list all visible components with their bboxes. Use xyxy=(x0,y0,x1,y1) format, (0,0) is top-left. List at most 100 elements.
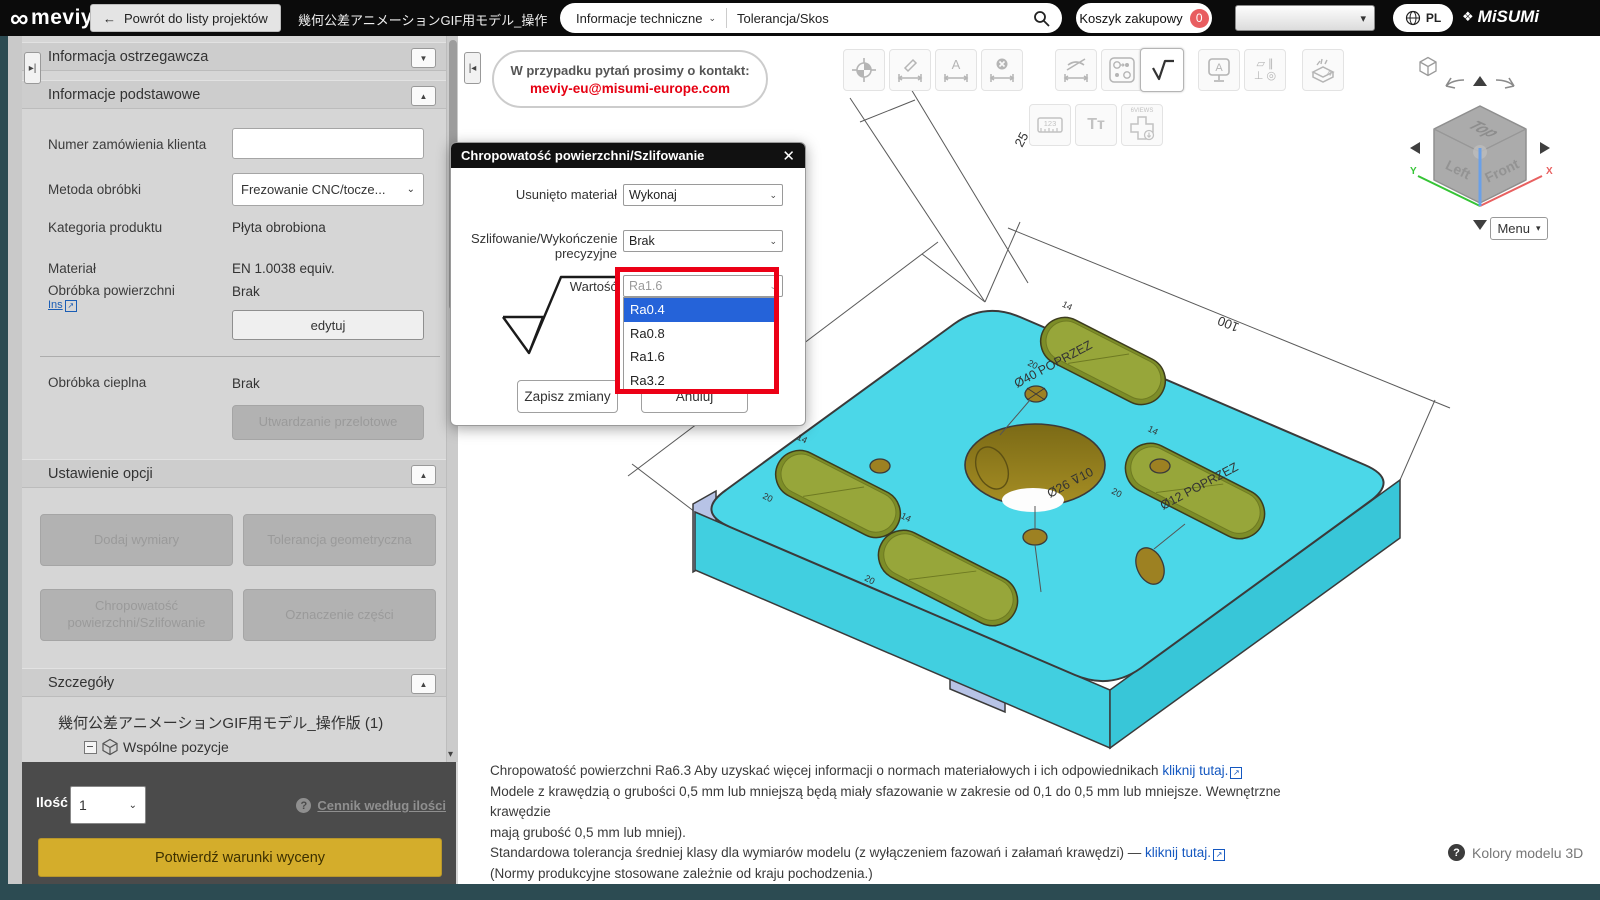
meviy-logo[interactable]: ∞ meviy xyxy=(10,4,93,32)
six-views-tool-button[interactable]: 6VIEWS xyxy=(1121,104,1163,146)
chevron-down-icon: ⌄ xyxy=(128,799,137,811)
small-hole[interactable] xyxy=(869,458,891,474)
note-line-2: Modele z krawędzią o grubości 0,5 mm lub… xyxy=(490,783,1281,820)
rotate-left-icon[interactable] xyxy=(1445,77,1465,89)
order-number-input[interactable] xyxy=(232,128,424,159)
rotate-right-icon[interactable] xyxy=(1495,77,1515,89)
delete-dimension-tool-button[interactable] xyxy=(981,49,1023,91)
locale-button[interactable]: PL xyxy=(1393,4,1453,32)
model-colors-link[interactable]: ? Kolory modelu 3D xyxy=(1448,844,1583,861)
label-tool-button[interactable]: A xyxy=(1198,49,1240,91)
sidebar-expand-handle[interactable]: ▸| xyxy=(24,52,41,84)
text-size-tool-button[interactable]: Tᴛ xyxy=(1075,104,1117,146)
search-input[interactable]: Tolerancja/Skos xyxy=(727,11,1033,26)
datum-target-tool-button[interactable] xyxy=(843,49,885,91)
delete-dimension-icon xyxy=(989,58,1015,82)
language-select[interactable]: ▾ xyxy=(1235,5,1375,31)
collapse-toggle-icon[interactable]: ▼ xyxy=(411,48,436,68)
external-link-icon: ↗ xyxy=(64,300,77,312)
top-bar: ∞ meviy ← Powrót do listy projektów 幾何公差… xyxy=(0,0,1600,36)
rotate-down-icon[interactable] xyxy=(1473,220,1487,230)
ins-link[interactable]: Ins ↗ xyxy=(48,299,77,312)
collapse-toggle-icon[interactable]: ▲ xyxy=(411,86,436,106)
app-window: ∞ meviy ← Powrót do listy projektów 幾何公差… xyxy=(0,0,1600,900)
geometric-tolerance-button-disabled: Tolerancja geometryczna xyxy=(243,514,436,566)
method-select[interactable]: Frezowanie CNC/tocze... ⌄ xyxy=(232,173,424,206)
part-marking-button-disabled: Oznaczenie części xyxy=(243,589,436,641)
save-changes-button[interactable]: Zapisz zmiany xyxy=(517,380,618,413)
search-icon[interactable] xyxy=(1033,10,1050,27)
close-icon[interactable]: ✕ xyxy=(782,147,795,165)
section-details-header[interactable]: Szczegóły ▲ xyxy=(22,668,446,697)
tree-node-common-positions[interactable]: Wspólne pozycje xyxy=(84,738,229,756)
edit-dimension-tool-button[interactable] xyxy=(889,49,931,91)
crosshair-hole[interactable] xyxy=(1024,385,1048,403)
measure-tool-button[interactable]: 123 xyxy=(1029,104,1071,146)
chevron-down-icon: ⌄ xyxy=(708,12,716,23)
grinding-label: Szlifowanie/Wykończenie precyzyjne xyxy=(471,231,618,261)
hardening-button-disabled: Utwardzanie przelotowe xyxy=(232,405,424,440)
category-value: Płyta obrobiona xyxy=(232,220,326,235)
text-dimension-tool-button[interactable]: A xyxy=(935,49,977,91)
collapse-toggle-icon[interactable]: ▲ xyxy=(411,465,436,485)
sidebar-footer: Ilość 1 ⌄ ? Cennik według ilości Potwier… xyxy=(22,762,456,884)
view-menu-button[interactable]: Menu ▾ xyxy=(1490,217,1548,240)
geometric-tolerance-tool-button[interactable]: ▱ ∥ ⊥ ◎ xyxy=(1244,49,1286,91)
contact-text: W przypadku pytań prosimy o kontakt: xyxy=(510,62,750,78)
edit-button[interactable]: edytuj xyxy=(232,310,424,340)
dim-100-label: 100 xyxy=(1215,313,1241,335)
collapse-toggle-icon[interactable]: ▲ xyxy=(411,674,436,694)
hide-dimension-tool-button[interactable] xyxy=(1055,49,1097,91)
heat-value: Brak xyxy=(232,376,260,391)
back-to-projects-button[interactable]: ← Powrót do listy projektów xyxy=(90,4,281,32)
grinding-select[interactable]: Brak ⌄ xyxy=(623,230,783,252)
cube-mini-icon xyxy=(1419,56,1437,77)
section-warning-header[interactable]: Informacja ostrzegawcza ▼ xyxy=(22,42,446,71)
rotate-up-icon[interactable] xyxy=(1473,76,1487,86)
small-hole[interactable] xyxy=(1149,458,1171,474)
surface-label: Obróbka powierzchni xyxy=(48,283,175,298)
roughness-button-disabled: Chropowatość powierzchni/Szlifowanie xyxy=(40,589,233,641)
surface-roughness-tool-button[interactable] xyxy=(1140,48,1184,92)
text-dimension-icon: A xyxy=(943,57,969,82)
left-edge-strip xyxy=(0,36,8,900)
note-line-1: Chropowatość powierzchni Ra6.3 Aby uzysk… xyxy=(490,761,1330,782)
quantity-select[interactable]: 1 ⌄ xyxy=(70,786,146,824)
svg-text:A: A xyxy=(952,57,961,72)
label-icon: A xyxy=(1208,58,1230,82)
hole-pattern-tool-button[interactable] xyxy=(1101,49,1143,91)
pan-right-icon[interactable] xyxy=(1540,142,1550,154)
pricing-link[interactable]: ? Cennik według ilości xyxy=(296,798,446,813)
logo-text: meviy xyxy=(31,6,94,29)
note-line-3: mają grubość 0,5 mm lub mniej). xyxy=(490,824,686,840)
quantity-label: Ilość xyxy=(36,794,68,810)
small-hole[interactable] xyxy=(1022,528,1048,546)
external-link-icon: ↗ xyxy=(1230,767,1243,779)
chamfer-icon: 4 xyxy=(1311,58,1335,83)
section-basic-header[interactable]: Informacje podstawowe ▲ xyxy=(22,80,446,109)
contact-email[interactable]: meviy-eu@misumi-europe.com xyxy=(530,81,730,96)
highlight-box xyxy=(615,267,779,394)
cart-button[interactable]: Koszyk zakupowy 0 xyxy=(1076,3,1212,33)
slot-dim-14: 14 xyxy=(1060,299,1073,312)
confirm-quote-button[interactable]: Potwierdź warunki wyceny xyxy=(38,838,442,877)
search-category-dropdown[interactable]: Informacje techniczne ⌄ xyxy=(560,8,727,28)
globe-icon xyxy=(1405,10,1420,26)
chamfer-tool-button[interactable]: 4 xyxy=(1302,49,1344,91)
chevron-down-icon: ▾ xyxy=(1360,12,1366,25)
modal-title-bar[interactable]: Chropowatość powierzchni/Szlifowanie ✕ xyxy=(451,143,805,168)
model-tree-root[interactable]: 幾何公差アニメーションGIF用モデル_操作版 (1) xyxy=(58,712,383,733)
project-title: 幾何公差アニメーションGIF用モデル_操作 xyxy=(298,13,548,28)
materials-info-link[interactable]: kliknij tutaj. xyxy=(1162,763,1228,778)
sidebar-gutter xyxy=(8,36,22,884)
panel-collapse-handle[interactable]: |◂ xyxy=(464,52,481,84)
tree-collapse-icon[interactable] xyxy=(84,740,97,754)
x-axis-label: X xyxy=(1546,166,1553,177)
expand-right-icon: ▸| xyxy=(28,62,37,74)
tolerance-info-link[interactable]: kliknij tutaj. xyxy=(1145,845,1211,860)
section-options-header[interactable]: Ustawienie opcji ▲ xyxy=(22,459,446,488)
pan-left-icon[interactable] xyxy=(1410,142,1420,154)
scroll-down-icon[interactable]: ▾ xyxy=(448,749,453,760)
svg-text:4: 4 xyxy=(1327,69,1332,78)
removed-material-select[interactable]: Wykonaj ⌄ xyxy=(623,184,783,206)
